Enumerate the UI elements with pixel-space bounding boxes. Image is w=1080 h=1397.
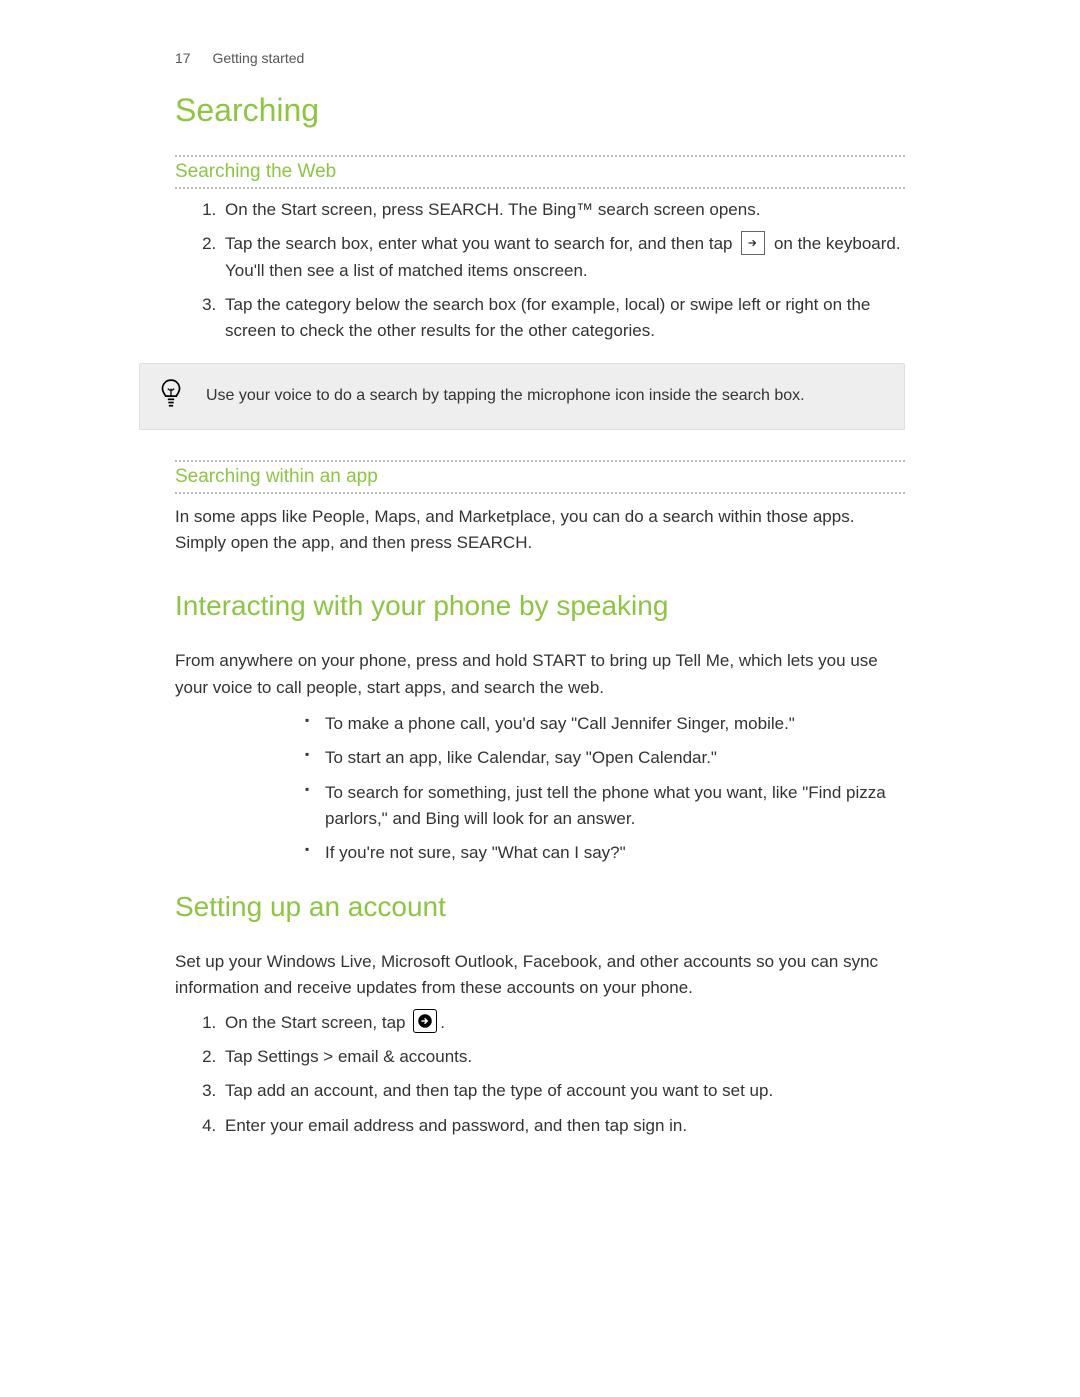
step-item: Tap Settings > email & accounts. — [221, 1044, 905, 1070]
step-text-bold: Settings > email & accounts — [257, 1047, 467, 1066]
step-text-bold: sign in — [633, 1116, 682, 1135]
step-text-bold: add an account — [257, 1081, 373, 1100]
step-item: On the Start screen, press SEARCH. The B… — [221, 197, 905, 223]
step-text: On the Start screen, press SEARCH. The B… — [225, 200, 760, 219]
step-text: , and then tap the type of account you w… — [373, 1081, 773, 1100]
step-item: Tap the category below the search box (f… — [221, 292, 905, 345]
steps-account: On the Start screen, tap . Tap Settings … — [175, 1010, 905, 1139]
bullet-text: To start an app, like Calendar, say "Ope… — [325, 748, 717, 767]
subheading-wrap: Searching the Web — [175, 155, 905, 189]
body-text: In some apps like People, Maps, and Mark… — [175, 504, 905, 557]
bullet-list-speaking: To make a phone call, you'd say "Call Je… — [175, 711, 905, 867]
arrow-circle-icon — [413, 1009, 437, 1033]
step-text: On the Start screen, tap — [225, 1013, 410, 1032]
tip-callout: Use your voice to do a search by tapping… — [139, 363, 905, 430]
body-text: Set up your Windows Live, Microsoft Outl… — [175, 949, 905, 1002]
bullet-text: If you're not sure, say "What can I say?… — [325, 843, 626, 862]
subheading-wrap: Searching within an app — [175, 460, 905, 494]
step-text: . — [467, 1047, 472, 1066]
step-text: Tap the category below the search box (f… — [225, 295, 870, 340]
step-text: . — [440, 1013, 445, 1032]
heading-interacting: Interacting with your phone by speaking — [175, 590, 905, 622]
bullet-text: To search for something, just tell the p… — [325, 783, 886, 828]
heading-searching: Searching — [175, 92, 905, 129]
step-item: Enter your email address and password, a… — [221, 1113, 905, 1139]
step-item: Tap add an account, and then tap the typ… — [221, 1078, 905, 1104]
bullet-item: To start an app, like Calendar, say "Ope… — [305, 745, 905, 771]
step-text: Enter your email address and password, a… — [225, 1116, 633, 1135]
step-item: Tap the search box, enter what you want … — [221, 231, 905, 284]
heading-searching-web: Searching the Web — [175, 161, 905, 183]
bullet-item: To make a phone call, you'd say "Call Je… — [305, 711, 905, 737]
step-text: Tap the search box, enter what you want … — [225, 234, 737, 253]
body-text: From anywhere on your phone, press and h… — [175, 648, 905, 701]
page-number: 17 — [175, 50, 191, 66]
lightbulb-icon — [158, 378, 184, 415]
page-header: 17 Getting started — [175, 50, 905, 66]
enter-arrow-icon — [741, 231, 765, 255]
steps-searching-web: On the Start screen, press SEARCH. The B… — [175, 197, 905, 345]
heading-account: Setting up an account — [175, 891, 905, 923]
step-text: Tap — [225, 1047, 257, 1066]
step-text: Tap — [225, 1081, 257, 1100]
step-text: . — [682, 1116, 687, 1135]
bullet-text: To make a phone call, you'd say "Call Je… — [325, 714, 795, 733]
bullet-item: To search for something, just tell the p… — [305, 780, 905, 833]
chapter-name: Getting started — [212, 50, 304, 66]
step-item: On the Start screen, tap . — [221, 1010, 905, 1036]
bullet-item: If you're not sure, say "What can I say?… — [305, 840, 905, 866]
document-page: 17 Getting started Searching Searching t… — [0, 0, 1080, 1217]
tip-text: Use your voice to do a search by tapping… — [206, 387, 805, 405]
heading-searching-app: Searching within an app — [175, 466, 905, 488]
